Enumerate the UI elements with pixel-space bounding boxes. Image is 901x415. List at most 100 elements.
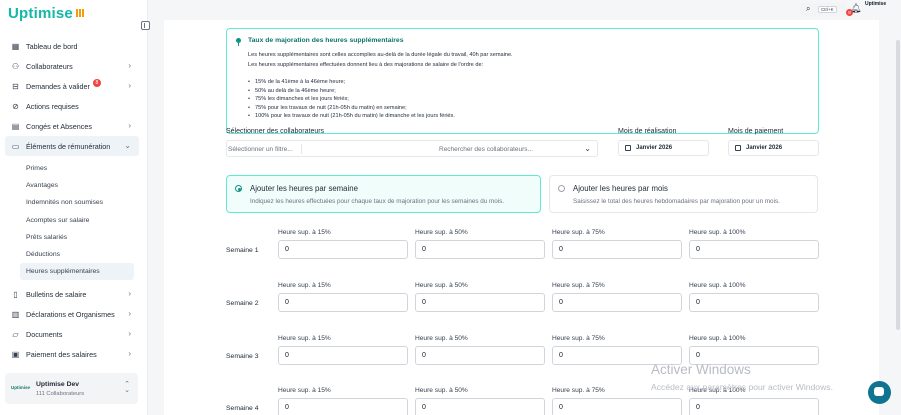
- org-switcher[interactable]: Uptimise Uptimise Dev 111 Collaborateurs…: [5, 373, 138, 404]
- check-circle-icon: ⊘: [12, 101, 19, 111]
- sidebar-subitem-deductions[interactable]: Déductions: [5, 246, 139, 263]
- shortcut-hint: Ctrl+K: [818, 6, 837, 13]
- wallet-icon: ▣: [11, 349, 20, 359]
- users-icon: ⚇: [11, 61, 20, 71]
- chevron-right-icon: ›: [128, 61, 131, 70]
- scrollbar[interactable]: [896, 40, 900, 330]
- list-item: 50% au delà de la 46ème heure;: [248, 87, 455, 96]
- overtime-50-input[interactable]: 0: [415, 346, 545, 365]
- overtime-75-input[interactable]: 0: [552, 240, 682, 259]
- week-row: Semaine 1 Heure sup. à 15% 0 Heure sup. à…: [226, 229, 826, 269]
- payment-month-label: Mois de paiement: [728, 128, 784, 135]
- calendar-icon: [735, 145, 741, 151]
- overtime-50-input[interactable]: 0: [415, 293, 545, 312]
- file-icon: ▯: [13, 289, 18, 299]
- windows-activation-title: Activer Windows: [651, 362, 751, 377]
- sidebar-item-paiement[interactable]: ▣ Paiement des salaires ›: [5, 344, 139, 364]
- info-title: Taux de majoration des heures supplément…: [248, 37, 404, 44]
- sidebar-item-bulletins[interactable]: ▯ Bulletins de salaire ›: [5, 284, 139, 304]
- list-item: 75% les dimanches et les jours fériés;: [248, 95, 455, 104]
- list-item: 100% pour les travaux de nuit (21h-05h d…: [248, 112, 455, 121]
- overtime-75-input[interactable]: 0: [552, 398, 682, 415]
- week-row: Semaine 2 Heure sup. à 15% 0 Heure sup. à…: [226, 282, 826, 322]
- overtime-15-input[interactable]: 0: [278, 293, 408, 312]
- overtime-15-input[interactable]: 0: [278, 398, 408, 415]
- card-icon: ▭: [11, 141, 20, 151]
- collab-search-input[interactable]: Rechercher des collaborateurs...: [439, 146, 533, 153]
- overtime-15-input[interactable]: 0: [278, 346, 408, 365]
- sidebar-collapse-icon[interactable]: [141, 21, 150, 30]
- chevron-right-icon: ›: [128, 349, 131, 359]
- sidebar-item-demandes[interactable]: ⊟ Demandes à valider 8 ›: [5, 76, 139, 96]
- grid-icon: ▦: [11, 41, 20, 51]
- sidebar-item-conges[interactable]: ▤ Congés et Absences ›: [5, 116, 139, 136]
- sidebar-item-collaborateurs[interactable]: ⚇ Collaborateurs ›: [5, 56, 139, 76]
- calendar-icon: ▤: [11, 121, 20, 131]
- pin-icon: [236, 38, 241, 46]
- payment-month-picker[interactable]: Janvier 2026: [728, 140, 819, 156]
- org-count: 111 Collaborateurs: [36, 391, 85, 397]
- sidebar-subitem-primes[interactable]: Primes: [5, 160, 139, 177]
- sidebar-subitem-indemnites[interactable]: Indemnités non soumises: [5, 194, 139, 211]
- chevron-down-icon[interactable]: ⌄: [584, 144, 591, 153]
- sidebar-subitem-heures-sup[interactable]: Heures supplémentaires: [20, 263, 134, 281]
- logo-bars-icon: [75, 9, 85, 17]
- sidebar-item-remuneration[interactable]: ▭ Éléments de rémunération ⌄: [5, 136, 139, 156]
- building-icon: ▥: [11, 309, 20, 319]
- radio-selected[interactable]: [235, 185, 242, 192]
- info-rates-list: 15% de la 41ème à la 46ème heure; 50% au…: [248, 78, 455, 121]
- sidebar-subitem-prets[interactable]: Prêts salariés: [5, 229, 139, 246]
- chevron-right-icon: ›: [128, 81, 131, 90]
- windows-activation-hint: Accédez aux paramètres pour activer Wind…: [651, 382, 833, 392]
- collab-select-label: Sélectionner des collaborateurs: [226, 128, 325, 135]
- overtime-100-input[interactable]: 0: [689, 398, 819, 415]
- realisation-month-picker[interactable]: Janvier 2026: [618, 140, 709, 156]
- info-paragraph: Les heures supplémentaires sont celles a…: [248, 52, 513, 58]
- chevron-right-icon: ›: [128, 121, 131, 130]
- sidebar-item-declarations[interactable]: ▥ Déclarations et Organismes ›: [5, 304, 139, 324]
- sidebar-subitem-acomptes[interactable]: Acomptes sur salaire: [5, 212, 139, 229]
- info-callout: Taux de majoration des heures supplément…: [226, 28, 819, 134]
- overtime-50-input[interactable]: 0: [415, 240, 545, 259]
- sidebar-item-documents[interactable]: ▱ Documents ›: [5, 324, 139, 344]
- chevron-down-icon: ⌄: [124, 141, 131, 150]
- notification-count-badge: 8: [846, 9, 853, 16]
- realisation-month-label: Mois de réalisation: [618, 128, 677, 135]
- inbox-icon: ⊟: [12, 81, 19, 91]
- mode-option-month[interactable]: Ajouter les heures par mois Saisissez le…: [549, 175, 818, 213]
- filter-select[interactable]: Sélectionner un filtre...: [228, 146, 293, 153]
- chevron-right-icon: ›: [128, 289, 131, 299]
- overtime-100-input[interactable]: 0: [689, 240, 819, 259]
- sidebar-subitem-avantages[interactable]: Avantages: [5, 177, 139, 194]
- chevron-right-icon: ›: [128, 329, 131, 339]
- divider: [301, 144, 302, 154]
- sidebar-item-tableau-de-bord[interactable]: ▦ Tableau de bord: [5, 36, 139, 56]
- sidebar-nav: ▦ Tableau de bord ⚇ Collaborateurs › ⊟ Deman…: [5, 36, 139, 364]
- sidebar: Uptimise ▦ Tableau de bord ⚇ Collaborateur…: [0, 0, 150, 415]
- search-icon: ⌕: [806, 4, 811, 13]
- user-avatar[interactable]: Uptimise: [865, 2, 886, 7]
- chat-icon[interactable]: [868, 381, 891, 404]
- overtime-15-input[interactable]: 0: [278, 240, 408, 259]
- list-item: 15% de la 41ème à la 46ème heure;: [248, 78, 455, 87]
- mode-option-week[interactable]: Ajouter les heures par semaine Indiquez …: [226, 175, 541, 213]
- overtime-50-input[interactable]: 0: [415, 398, 545, 415]
- list-item: 75% pour les travaux de nuit (21h-05h du…: [248, 104, 455, 113]
- info-paragraph: Les heures supplémentaires effectuées do…: [248, 62, 484, 68]
- sidebar-item-actions[interactable]: ⊘ Actions requises: [5, 96, 139, 116]
- main-panel: Taux de majoration des heures supplément…: [164, 20, 879, 415]
- notification-badge: 8: [92, 78, 101, 87]
- chevron-updown-icon: ⌃ ⌄: [124, 381, 130, 394]
- chevron-right-icon: ›: [128, 309, 131, 319]
- radio-unselected[interactable]: [558, 185, 565, 192]
- app-logo[interactable]: Uptimise: [8, 5, 85, 22]
- org-name: Uptimise Dev: [36, 381, 80, 388]
- overtime-100-input[interactable]: 0: [689, 293, 819, 312]
- search-button[interactable]: ⌕ Ctrl+K: [800, 3, 846, 16]
- org-logo: Uptimise: [11, 385, 31, 390]
- overtime-75-input[interactable]: 0: [552, 293, 682, 312]
- calendar-icon: [625, 145, 631, 151]
- folder-icon: ▱: [12, 329, 19, 339]
- collab-selector[interactable]: Sélectionner un filtre... Rechercher des…: [226, 140, 598, 157]
- topbar: ⌕ Ctrl+K 🔔︎ 8 Uptimise: [148, 0, 901, 20]
